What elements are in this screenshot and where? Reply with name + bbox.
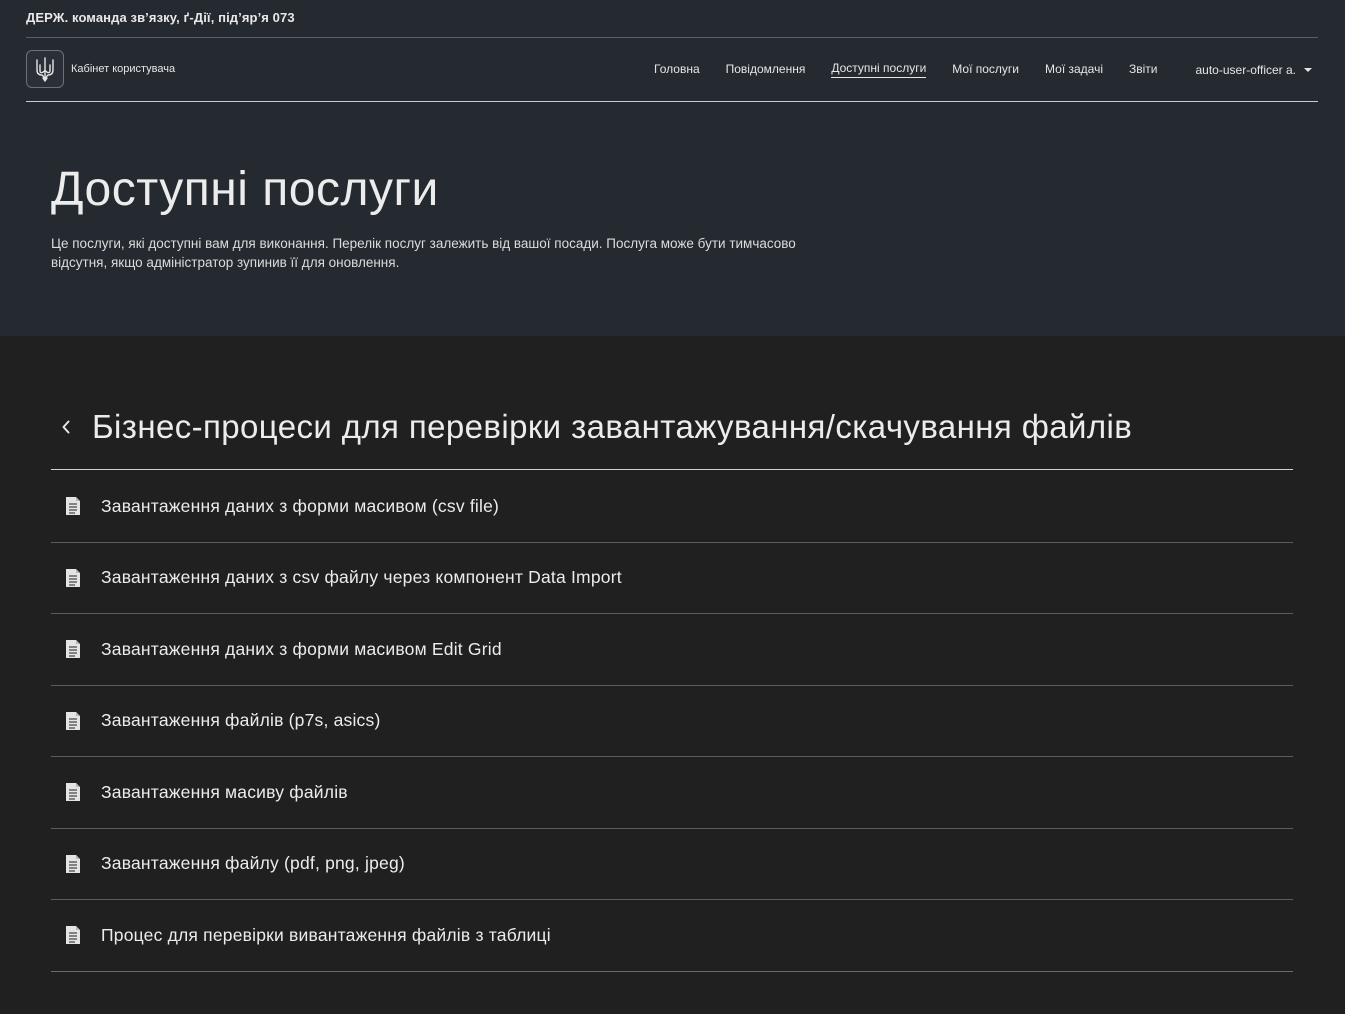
service-item[interactable]: Завантаження даних з csv файлу через ком… bbox=[51, 543, 1293, 614]
user-name: auto-user-officer a. bbox=[1195, 62, 1297, 77]
trident-icon bbox=[26, 50, 64, 88]
service-item[interactable]: Завантаження масиву файлів bbox=[51, 757, 1293, 829]
document-icon bbox=[63, 639, 83, 659]
service-label: Процес для перевірки вивантаження файлів… bbox=[101, 924, 551, 945]
service-item[interactable]: Завантаження файлів (p7s, asics) bbox=[51, 686, 1293, 757]
service-label: Завантаження даних з csv файлу через ком… bbox=[101, 567, 622, 588]
navbar-divider bbox=[26, 101, 1318, 102]
service-item[interactable]: Завантаження даних з форми масивом (csv … bbox=[51, 471, 1293, 543]
brand-name: Кабінет користувача bbox=[71, 63, 176, 75]
service-item[interactable]: Завантаження даних з форми масивом Edit … bbox=[51, 614, 1293, 686]
group-title: Бізнес-процеси для перевірки завантажува… bbox=[92, 408, 1133, 445]
document-icon bbox=[63, 925, 83, 945]
nav-home[interactable]: Головна bbox=[654, 62, 700, 78]
page-title: Доступні послуги bbox=[51, 163, 439, 216]
navbar: Кабінет користувача Головна Повідомлення… bbox=[26, 38, 1318, 101]
document-icon bbox=[63, 854, 83, 874]
caret-down-icon bbox=[1304, 67, 1312, 72]
service-label: Завантаження даних з форми масивом Edit … bbox=[101, 638, 502, 659]
service-label: Завантаження файлу (pdf, png, jpeg) bbox=[101, 853, 405, 874]
nav-my-services[interactable]: Мої послуги bbox=[952, 62, 1019, 78]
service-list: Завантаження даних з форми масивом (csv … bbox=[51, 471, 1293, 972]
service-label: Завантаження масиву файлів bbox=[101, 781, 348, 802]
chevron-left-icon bbox=[61, 419, 71, 440]
organization-line: ДЕРЖ. команда зв’язку, ґ-Дії, під’яр’я 0… bbox=[26, 10, 295, 25]
document-icon bbox=[63, 568, 83, 588]
user-menu[interactable]: auto-user-officer a. bbox=[1195, 62, 1312, 77]
service-group-header: Бізнес-процеси для перевірки завантажува… bbox=[51, 400, 1293, 470]
service-label: Завантаження файлів (p7s, asics) bbox=[101, 710, 381, 731]
header-area: ДЕРЖ. команда зв’язку, ґ-Дії, під’яр’я 0… bbox=[0, 0, 1345, 336]
brand-home-link[interactable]: Кабінет користувача bbox=[26, 50, 175, 88]
back-button[interactable] bbox=[51, 414, 81, 444]
document-icon bbox=[63, 711, 83, 731]
nav-notifications[interactable]: Повідомлення bbox=[726, 62, 806, 78]
nav-my-tasks[interactable]: Мої задачі bbox=[1045, 62, 1103, 78]
service-item[interactable]: Процес для перевірки вивантаження файлів… bbox=[51, 900, 1293, 972]
nav-available-services[interactable]: Доступні послуги bbox=[831, 61, 927, 78]
nav-reports[interactable]: Звіти bbox=[1129, 62, 1158, 78]
document-icon bbox=[63, 782, 83, 802]
service-item[interactable]: Завантаження файлу (pdf, png, jpeg) bbox=[51, 829, 1293, 900]
document-icon bbox=[63, 496, 83, 516]
service-label: Завантаження даних з форми масивом (csv … bbox=[101, 495, 500, 516]
main-navigation: Головна Повідомлення Доступні послуги Мо… bbox=[628, 38, 1318, 101]
page-description: Це послуги, які доступні вам для виконан… bbox=[51, 236, 796, 270]
